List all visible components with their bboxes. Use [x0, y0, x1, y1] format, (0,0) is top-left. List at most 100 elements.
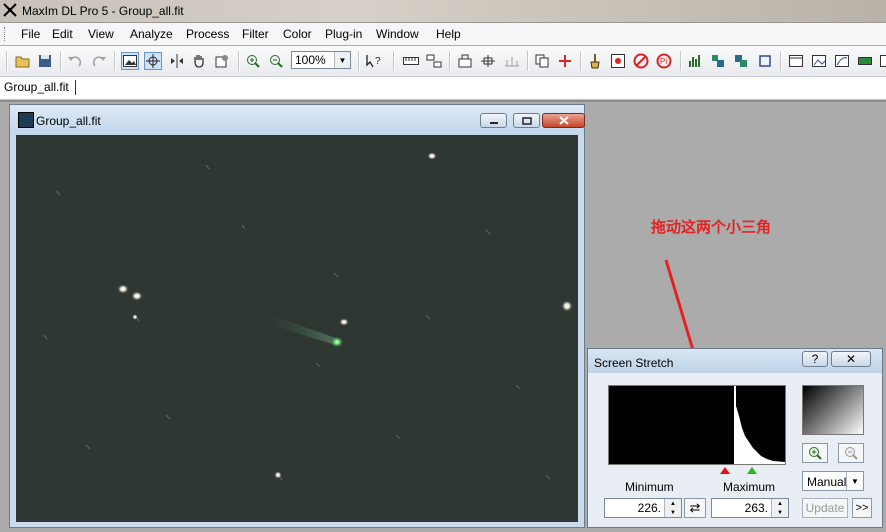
redo-button[interactable]: [90, 52, 108, 70]
image-window-caption[interactable]: Group_all.fit: [10, 105, 585, 135]
close-button[interactable]: ✕: [831, 351, 871, 367]
photometry-button[interactable]: Pi: [655, 52, 673, 70]
menu-edit[interactable]: Edit: [52, 27, 73, 41]
window-button-3[interactable]: [833, 52, 851, 70]
layout-button-1[interactable]: [709, 52, 727, 70]
app-title-bar: MaxIm DL Pro 5 - Group_all.fit: [0, 0, 886, 23]
open-button[interactable]: [14, 52, 32, 70]
screen-stretch-caption[interactable]: Screen Stretch ? ✕: [588, 349, 882, 373]
brush-button[interactable]: [586, 52, 604, 70]
toolbar-separator: [393, 51, 395, 71]
svg-text:Pi: Pi: [660, 57, 667, 66]
tab-group-all[interactable]: Group_all.fit: [4, 80, 76, 95]
open-icon: [15, 56, 30, 68]
hand-button[interactable]: [190, 52, 208, 70]
histogram-display[interactable]: [608, 385, 786, 465]
settings-button[interactable]: [213, 52, 231, 70]
minimum-input[interactable]: 226. ▲ ▼: [604, 498, 682, 518]
minimum-label: Minimum: [625, 480, 674, 494]
copy-button[interactable]: [533, 52, 551, 70]
no-icon: [633, 53, 649, 69]
menu-help[interactable]: Help: [436, 27, 461, 41]
brush-icon: [590, 54, 600, 69]
toolbar-separator: [580, 51, 582, 71]
menu-file[interactable]: File: [21, 27, 40, 41]
menu-filter[interactable]: Filter: [242, 27, 269, 41]
chevron-down-icon[interactable]: ▼: [846, 472, 863, 490]
zoom-out-icon: [845, 447, 858, 460]
stretch-mode-select[interactable]: Manual ▼: [802, 471, 864, 491]
zoom-in-histogram-button[interactable]: [802, 443, 828, 463]
window-button-2[interactable]: [810, 52, 828, 70]
menu-view[interactable]: View: [88, 27, 114, 41]
swap-button[interactable]: ⇄: [684, 498, 706, 518]
maximum-value: 263.: [744, 501, 768, 515]
minimum-triangle-handle[interactable]: [719, 466, 731, 475]
curve-icon: [835, 55, 849, 67]
menu-process[interactable]: Process: [186, 27, 229, 41]
no-stars-button[interactable]: [632, 52, 650, 70]
ruler-icon: [403, 57, 419, 65]
maximum-triangle-handle[interactable]: [746, 466, 758, 475]
more-button[interactable]: >>: [852, 498, 872, 518]
image-window[interactable]: Group_all.fit: [9, 104, 585, 528]
ruler-button[interactable]: [402, 52, 420, 70]
maximize-button[interactable]: [513, 113, 540, 128]
align-button[interactable]: [479, 52, 497, 70]
menu-color[interactable]: Color: [283, 27, 312, 41]
layout-button-2[interactable]: [732, 52, 750, 70]
stack-button[interactable]: [425, 52, 443, 70]
image-window-title: Group_all.fit: [36, 114, 101, 128]
image-view-icon: [123, 55, 137, 67]
chevron-down-icon[interactable]: ▼: [334, 52, 350, 68]
minimum-spinner[interactable]: ▲ ▼: [664, 499, 681, 517]
image-view-button[interactable]: [121, 52, 139, 70]
undo-button[interactable]: [66, 52, 84, 70]
save-button[interactable]: [36, 52, 54, 70]
zoom-out-button[interactable]: [267, 52, 285, 70]
help-button[interactable]: ?: [802, 351, 828, 367]
window-button-5[interactable]: [876, 52, 886, 70]
zoom-out-icon: [270, 55, 283, 68]
help-pointer-button[interactable]: ?: [365, 52, 383, 70]
document-tab-strip: Group_all.fit: [0, 77, 886, 100]
frame-button[interactable]: [756, 52, 774, 70]
close-icon: [558, 116, 569, 125]
menu-plugin[interactable]: Plug-in: [325, 27, 362, 41]
help-pointer-icon: ?: [366, 55, 381, 68]
window-icon: [789, 55, 803, 67]
window-button-1[interactable]: [787, 52, 805, 70]
screen-stretch-window[interactable]: Screen Stretch ? ✕ Manual ▼ Minimum Maxi…: [587, 348, 883, 528]
zoom-in-button[interactable]: [244, 52, 262, 70]
annotation-text: 拖动这两个小三角: [651, 219, 772, 236]
update-button[interactable]: Update: [802, 498, 848, 518]
strip-icon: [858, 57, 872, 65]
graph-button[interactable]: [686, 52, 704, 70]
add-button[interactable]: [556, 52, 574, 70]
menu-analyze[interactable]: Analyze: [130, 27, 173, 41]
split-icon: [171, 54, 183, 68]
toolbar-grip: [6, 51, 8, 71]
close-button[interactable]: [542, 113, 585, 128]
menu-window[interactable]: Window: [376, 27, 419, 41]
zoom-in-icon: [809, 447, 822, 460]
maximum-input[interactable]: 263. ▲ ▼: [711, 498, 789, 518]
maximum-spinner[interactable]: ▲ ▼: [771, 499, 788, 517]
stretch-preview-gradient: [802, 385, 864, 435]
window-button-4[interactable]: [856, 52, 874, 70]
plus-icon: [559, 55, 571, 67]
zoom-out-histogram-button[interactable]: [838, 443, 864, 463]
astro-image-canvas[interactable]: [16, 135, 578, 522]
screen-stretch-title: Screen Stretch: [594, 356, 674, 370]
crosshair-button[interactable]: [144, 52, 162, 70]
stretch-mode-value: Manual: [807, 475, 847, 489]
minimize-button[interactable]: [480, 113, 507, 128]
toolbar-separator: [60, 51, 62, 71]
combine-button[interactable]: [503, 52, 521, 70]
crosshair-icon: [146, 54, 160, 68]
bar-graph-icon: [689, 55, 700, 67]
zoom-select[interactable]: 100% ▼: [291, 51, 351, 69]
split-button[interactable]: [168, 52, 186, 70]
calibrate-button[interactable]: [456, 52, 474, 70]
kernel-button[interactable]: [609, 52, 627, 70]
